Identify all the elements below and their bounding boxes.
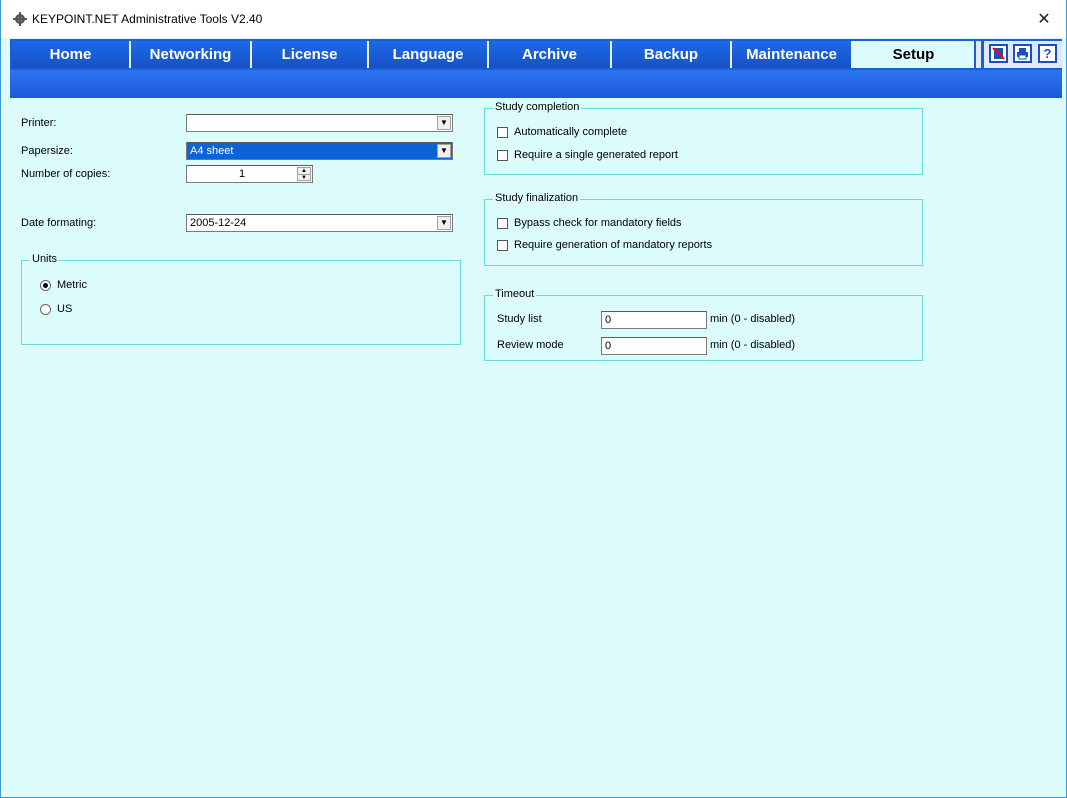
study-list-timeout-input[interactable]: 0 [601, 311, 707, 329]
tab-label: Networking [149, 46, 232, 63]
study-completion-legend: Study completion [493, 101, 582, 113]
study-finalization-group: Study finalization Bypass check for mand… [484, 192, 923, 266]
study-list-suffix: min (0 - disabled) [710, 313, 795, 325]
auto-complete-label: Automatically complete [514, 126, 628, 138]
printer-dropdown-button[interactable]: ▼ [437, 116, 451, 130]
units-legend: Units [30, 253, 60, 265]
review-mode-timeout-value: 0 [605, 340, 612, 352]
papersize-select[interactable]: A4 sheet ▼ [186, 142, 453, 160]
no-edit-button[interactable] [989, 44, 1008, 63]
tab-label: License [281, 46, 338, 63]
copies-stepper[interactable]: 1 ▲ ▼ [186, 165, 313, 183]
tab-home[interactable]: Home [12, 41, 131, 68]
papersize-label: Papersize: [21, 145, 73, 157]
papersize-value: A4 sheet [190, 145, 234, 157]
app-gear-icon [13, 12, 27, 26]
close-icon: ✕ [1037, 11, 1051, 28]
print-icon [1017, 48, 1028, 60]
no-edit-icon [992, 47, 1005, 60]
chevron-down-icon: ▼ [440, 218, 448, 227]
copies-label: Number of copies: [21, 168, 111, 180]
date-format-select[interactable]: 2005-12-24 ▼ [186, 214, 453, 232]
sub-header-bar [10, 70, 1062, 98]
bypass-check-label: Bypass check for mandatory fields [514, 217, 682, 229]
tab-label: Setup [892, 46, 935, 63]
toolbar-separator [981, 41, 984, 68]
tab-networking[interactable]: Networking [131, 41, 252, 68]
printer-label: Printer: [21, 117, 57, 129]
close-button[interactable]: ✕ [1022, 0, 1066, 38]
tab-label: Archive [521, 46, 578, 63]
app-window: KEYPOINT.NET Administrative Tools V2.40 … [0, 0, 1067, 798]
bypass-check-checkbox[interactable] [497, 218, 508, 229]
tab-backup[interactable]: Backup [612, 41, 732, 68]
single-report-checkbox[interactable] [497, 150, 508, 161]
main-menu: Home Networking License Language Archive… [10, 39, 1062, 70]
single-report-label: Require a single generated report [514, 149, 678, 161]
papersize-dropdown-button[interactable]: ▼ [437, 144, 451, 158]
tab-maintenance[interactable]: Maintenance [732, 41, 853, 68]
spin-down-icon[interactable]: ▼ [298, 175, 310, 181]
title-bar: KEYPOINT.NET Administrative Tools V2.40 … [1, 0, 1066, 38]
review-mode-suffix: min (0 - disabled) [710, 339, 795, 351]
tab-language[interactable]: Language [369, 41, 489, 68]
tab-setup[interactable]: Setup [853, 41, 974, 68]
study-finalization-legend: Study finalization [493, 192, 581, 204]
copies-value: 1 [238, 168, 246, 180]
copies-spin-buttons[interactable]: ▲ ▼ [297, 167, 311, 181]
print-button[interactable] [1013, 44, 1032, 63]
auto-complete-checkbox[interactable] [497, 127, 508, 138]
study-list-timeout-value: 0 [605, 314, 612, 326]
tab-label: Home [49, 46, 92, 63]
chevron-down-icon: ▼ [440, 146, 448, 155]
tab-archive[interactable]: Archive [489, 41, 612, 68]
date-format-label: Date formating: [21, 217, 97, 229]
radio-metric[interactable] [40, 280, 51, 291]
tab-label: Language [392, 46, 464, 63]
printer-select[interactable]: ▼ [186, 114, 453, 132]
study-completion-group: Study completion Automatically complete … [484, 101, 923, 175]
spin-up-icon[interactable]: ▲ [298, 168, 310, 175]
us-label: US [57, 303, 73, 315]
timeout-group: Timeout Study list 0 min (0 - disabled) … [484, 288, 923, 361]
date-format-value: 2005-12-24 [190, 217, 247, 229]
help-icon: ? [1043, 46, 1052, 61]
mandatory-reports-label: Require generation of mandatory reports [514, 239, 713, 251]
help-button[interactable]: ? [1038, 44, 1057, 63]
tab-label: Backup [643, 46, 699, 63]
metric-label: Metric [57, 279, 87, 291]
tab-license[interactable]: License [252, 41, 369, 68]
study-list-label: Study list [497, 313, 542, 325]
review-mode-label: Review mode [497, 339, 564, 351]
timeout-legend: Timeout [493, 288, 537, 300]
radio-us[interactable] [40, 304, 51, 315]
chevron-down-icon: ▼ [440, 118, 448, 127]
review-mode-timeout-input[interactable]: 0 [601, 337, 707, 355]
tab-label: Maintenance [746, 46, 837, 63]
units-group: Units Metric US [21, 253, 461, 345]
window-title: KEYPOINT.NET Administrative Tools V2.40 [32, 12, 263, 26]
mandatory-reports-checkbox[interactable] [497, 240, 508, 251]
date-format-dropdown-button[interactable]: ▼ [437, 216, 451, 230]
